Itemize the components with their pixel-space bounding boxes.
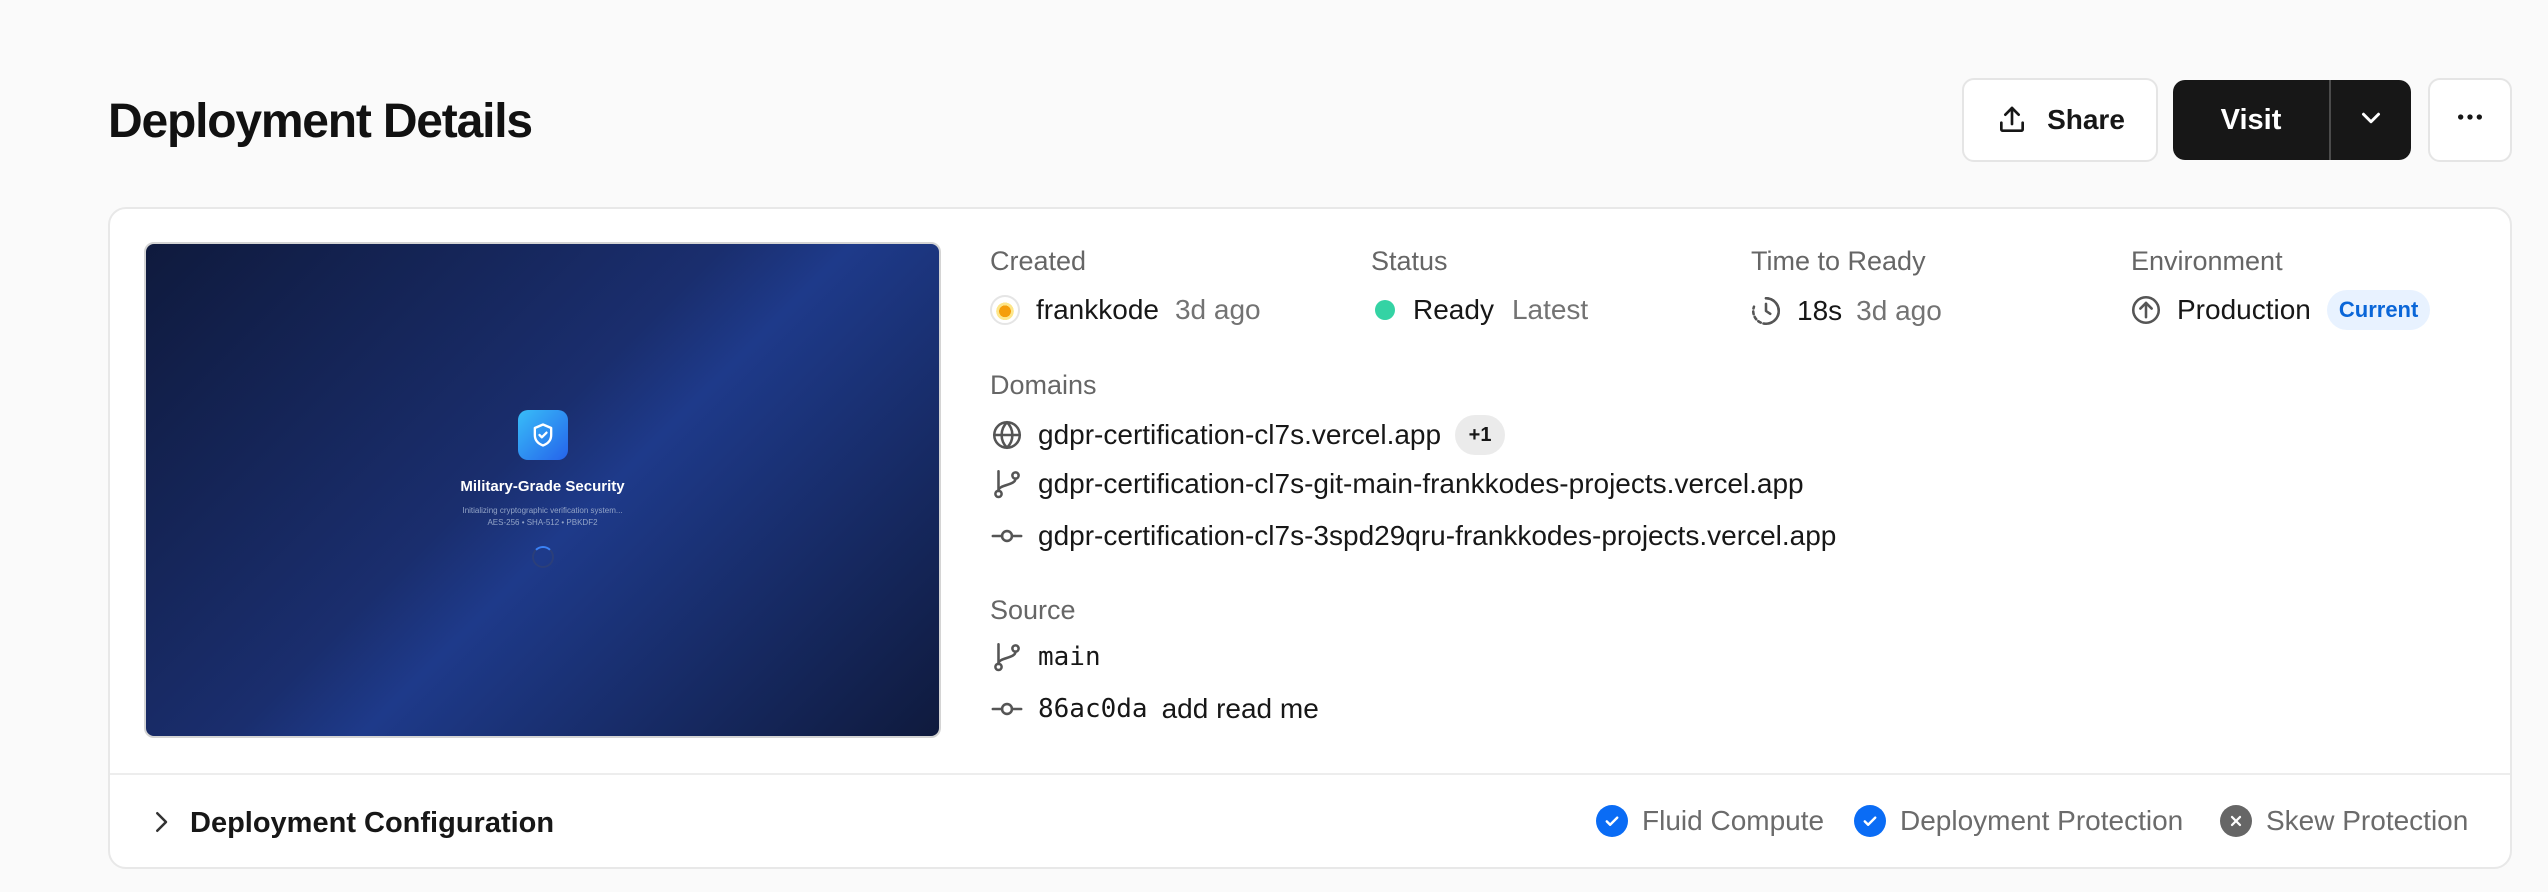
avatar [990, 295, 1020, 325]
source-branch-link[interactable]: main [1038, 642, 1101, 672]
source-commit-row: 86ac0da add read me [990, 692, 1319, 726]
source-commit-message: add read me [1161, 693, 1319, 724]
visit-button[interactable]: Visit [2173, 80, 2331, 160]
preview-subtitle: Initializing cryptographic verification … [462, 506, 623, 515]
share-button[interactable]: Share [1962, 78, 2158, 162]
visit-button-group: Visit [2173, 80, 2411, 160]
domain-extra-count-badge[interactable]: +1 [1455, 415, 1506, 455]
time-to-ready-label: Time to Ready [1751, 246, 1926, 276]
domain-primary-row: gdpr-certification-cl7s.vercel.app +1 [990, 415, 1506, 455]
loading-spinner-icon [532, 546, 554, 568]
created-time: 3d ago [1174, 294, 1261, 325]
created-label: Created [990, 246, 1087, 276]
time-to-ready-duration: 18s [1797, 295, 1843, 326]
status-tag: Latest [1511, 294, 1589, 325]
time-to-ready-time: 3d ago [1856, 295, 1942, 326]
x-circle-icon [2220, 805, 2252, 837]
preview-specs: AES-256 • SHA-512 • PBKDF2 [487, 518, 598, 527]
git-branch-icon [990, 467, 1024, 501]
feature-deployment-protection: Deployment Protection [1854, 805, 2183, 837]
source-commit-hash[interactable]: 86ac0da [1038, 694, 1148, 724]
source-branch-row: main [990, 640, 1101, 674]
more-options-button[interactable] [2428, 78, 2512, 162]
arrow-up-circle-icon [2129, 293, 2163, 327]
visit-options-button[interactable] [2331, 80, 2411, 160]
domain-branch-row: gdpr-certification-cl7s-git-main-frankko… [990, 467, 1804, 501]
ellipsis-icon [2454, 101, 2486, 140]
check-circle-icon [1596, 805, 1628, 837]
domain-commit-row: gdpr-certification-cl7s-3spd29qru-frankk… [990, 519, 1836, 553]
created-user[interactable]: frankkode [1036, 294, 1159, 326]
status-value: Ready Latest [1375, 294, 1588, 326]
domain-commit-link[interactable]: gdpr-certification-cl7s-3spd29qru-frankk… [1038, 520, 1836, 552]
source-label: Source [990, 595, 1076, 625]
status-text: Ready [1413, 294, 1494, 325]
check-circle-icon [1854, 805, 1886, 837]
feature-fluid-compute: Fluid Compute [1596, 805, 1824, 837]
card-divider [110, 773, 2510, 775]
chevron-right-icon[interactable] [146, 807, 176, 842]
share-icon [1995, 103, 2029, 137]
domain-branch-link[interactable]: gdpr-certification-cl7s-git-main-frankko… [1038, 468, 1804, 500]
share-label: Share [2047, 104, 2125, 135]
git-commit-icon [990, 692, 1024, 726]
deployment-configuration-toggle[interactable]: Deployment Configuration [190, 807, 554, 840]
environment-name: Production [2177, 294, 2311, 325]
git-commit-icon [990, 519, 1024, 553]
preview-title: Military-Grade Security [460, 478, 625, 495]
deployment-card: Military-Grade Security Initializing cry… [108, 207, 2512, 869]
status-ready-icon [1375, 300, 1395, 320]
git-branch-icon [990, 640, 1024, 674]
environment-value: Production Current [2129, 290, 2431, 330]
deployment-preview[interactable]: Military-Grade Security Initializing cry… [144, 242, 941, 738]
status-label: Status [1371, 246, 1448, 276]
domain-primary-link[interactable]: gdpr-certification-cl7s.vercel.app [1038, 419, 1441, 451]
environment-badge: Current [2326, 290, 2431, 330]
time-to-ready-value: 18s 3d ago [1749, 294, 1942, 328]
domains-label: Domains [990, 370, 1097, 400]
environment-label: Environment [2131, 246, 2283, 276]
globe-icon [990, 418, 1024, 452]
chevron-down-icon [2356, 103, 2386, 138]
clock-icon [1749, 294, 1783, 328]
shield-icon [518, 410, 568, 460]
page-title: Deployment Details [108, 95, 533, 148]
created-value: frankkode 3d ago [990, 294, 1261, 326]
feature-skew-protection: Skew Protection [2220, 805, 2468, 837]
